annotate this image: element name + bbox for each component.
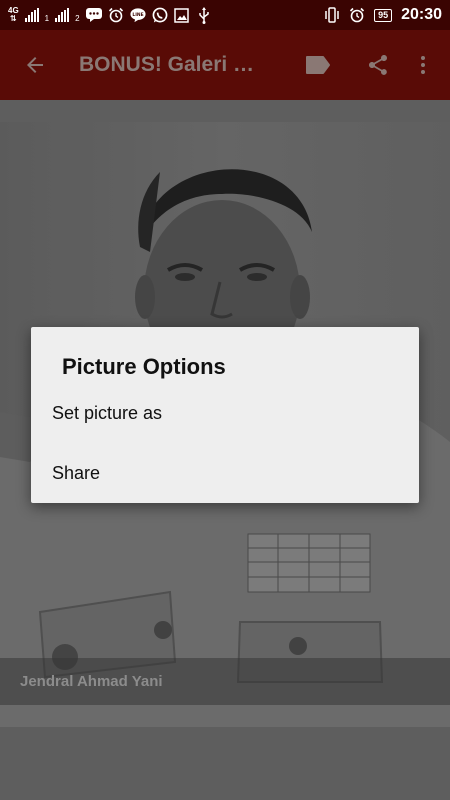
whatsapp-icon <box>152 7 168 23</box>
more-options-button[interactable] <box>402 41 444 89</box>
chat-icon <box>85 7 102 23</box>
alarm-icon <box>108 7 124 23</box>
network-indicator: 4G ⇅ <box>8 7 19 23</box>
battery-icon: 95 <box>374 8 393 22</box>
label-button[interactable] <box>294 41 342 89</box>
svg-text:LINE: LINE <box>132 12 143 18</box>
set-picture-as-option[interactable]: Set picture as <box>31 385 419 441</box>
back-button[interactable] <box>11 41 59 89</box>
app-toolbar: BONUS! Galeri Pahlawan <box>0 30 450 100</box>
data-arrows-icon: ⇅ <box>9 14 17 23</box>
clock: 20:30 <box>401 6 442 23</box>
share-button[interactable] <box>354 41 402 89</box>
arrow-back-icon <box>27 57 43 73</box>
line-app-icon: LINE <box>130 7 146 23</box>
vibrate-icon <box>324 7 340 23</box>
more-vert-icon <box>421 56 425 74</box>
share-icon <box>369 55 387 75</box>
sim1-label: 1 <box>44 14 50 23</box>
caption-bar: Jendral Ahmad Yani <box>0 658 450 705</box>
page-title: BONUS! Galeri Pahlawan <box>79 53 265 76</box>
image-icon <box>174 7 190 23</box>
status-left: 4G ⇅ 1 2 LINE <box>8 6 212 24</box>
toolbar-actions <box>294 41 450 89</box>
signal-icon <box>24 8 39 22</box>
status-bar: 4G ⇅ 1 2 LINE 95 20:30 <box>0 0 450 30</box>
signal-icon <box>55 8 70 22</box>
share-option[interactable]: Share <box>31 445 419 501</box>
photo-caption: Jendral Ahmad Yani <box>20 673 163 690</box>
sim2-label: 2 <box>75 14 80 23</box>
alarm-icon <box>349 7 365 23</box>
dialog-title: Picture Options <box>62 354 226 379</box>
label-icon <box>306 56 330 74</box>
usb-icon <box>196 6 212 24</box>
picture-options-dialog: Picture Options Set picture as Share <box>31 327 419 503</box>
status-right: 95 20:30 <box>324 6 442 24</box>
